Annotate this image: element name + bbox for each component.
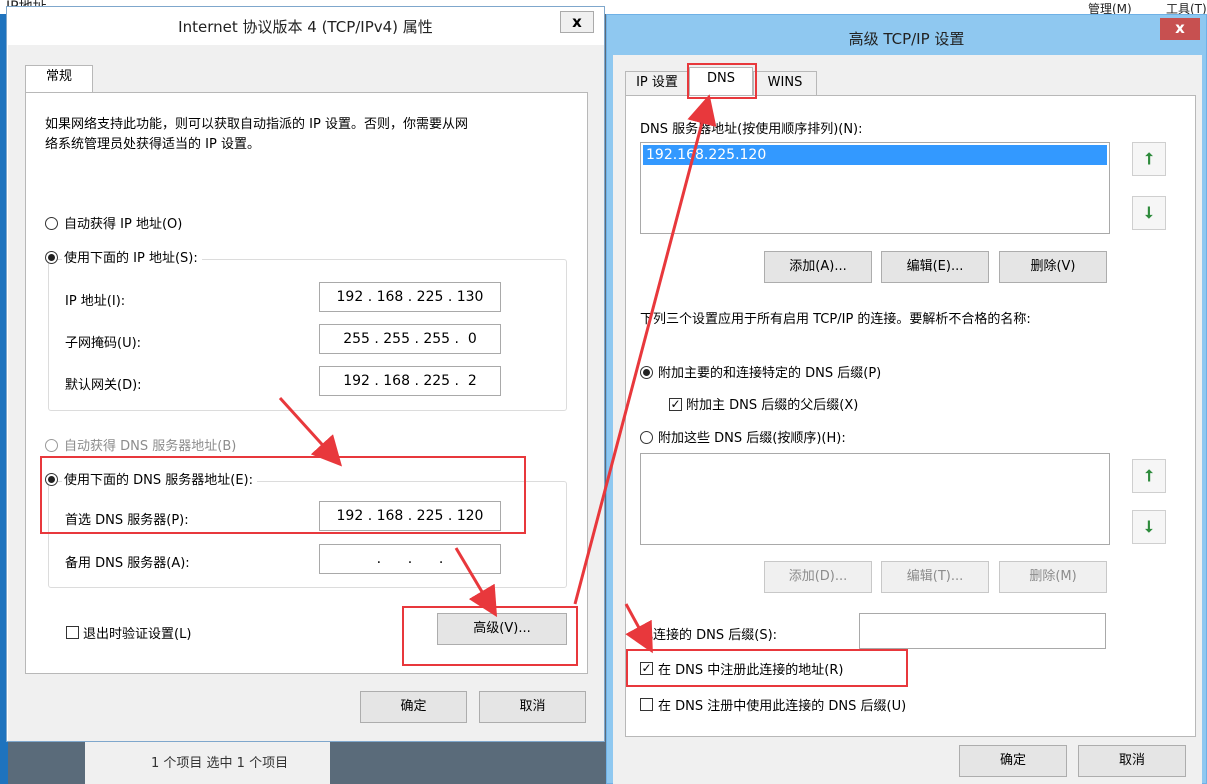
- annotation-arrows: [278, 94, 717, 654]
- arrow-to-register: [624, 603, 653, 654]
- arrow-to-dns-box: [278, 396, 343, 467]
- arrow-to-dns-tab: [573, 94, 717, 605]
- arrow-to-advanced: [454, 547, 498, 618]
